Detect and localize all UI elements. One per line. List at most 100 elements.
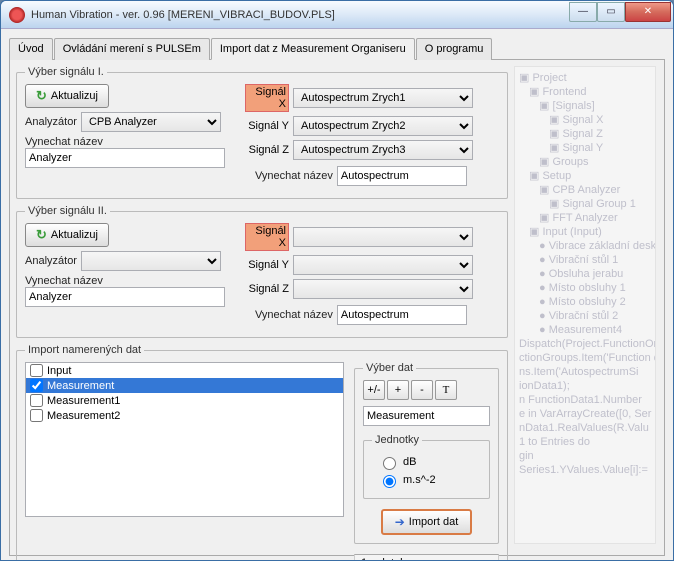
vynechat1-label: Vynechat název (25, 136, 235, 148)
tree-node[interactable]: Dispatch(Project.FunctionOrgani (519, 337, 651, 351)
unit-db-label: dB (403, 456, 416, 468)
signalx1-label: Signál X (245, 84, 289, 112)
window-title: Human Vibration - ver. 0.96 [MERENI_VIBR… (31, 9, 569, 21)
signalz1-label: Signál Z (245, 144, 289, 156)
tree-node[interactable]: ▣ Frontend (519, 85, 651, 99)
signal2-legend: Výber signálu II. (25, 205, 110, 217)
import-button[interactable]: ➔ Import dat (381, 509, 473, 535)
tree-node[interactable]: ● Vibrační stůl 2 (519, 309, 651, 323)
vynechat1-input[interactable] (25, 148, 225, 168)
tree-node[interactable]: ● Measurement4 (519, 323, 651, 337)
import-button-label: Import dat (409, 516, 459, 528)
vynechat2-input[interactable] (25, 287, 225, 307)
tab-ovladani[interactable]: Ovládání merení s PULSEm (54, 38, 210, 60)
list-item[interactable]: Input (26, 363, 343, 378)
vynechat2-label: Vynechat název (25, 275, 235, 287)
tree-node[interactable]: ▣ Input (Input) (519, 225, 651, 239)
tree-node[interactable]: ● Místo obsluhy 2 (519, 295, 651, 309)
signalz2-select[interactable] (293, 279, 473, 299)
tree-node[interactable]: ● Obsluha jerabu (519, 267, 651, 281)
refresh-label: Aktualizuj (51, 90, 98, 102)
signaly1-select[interactable]: Autospectrum Zrych2 (293, 116, 473, 136)
toggle-all-button[interactable]: +/- (363, 380, 385, 400)
tree-node[interactable]: ● Vibrační stůl 1 (519, 253, 651, 267)
refresh-icon: ↻ (36, 227, 47, 243)
titlebar[interactable]: Human Vibration - ver. 0.96 [MERENI_VIBR… (1, 1, 673, 29)
signalx2-label: Signál X (245, 223, 289, 251)
list-item[interactable]: Measurement (26, 378, 343, 393)
tree-node[interactable]: ● Vibrace základní deska (519, 239, 651, 253)
signaly2-label: Signál Y (245, 259, 289, 271)
signalz1-select[interactable]: Autospectrum Zrych3 (293, 140, 473, 160)
tree-node[interactable]: ▣ Signal Y (519, 141, 651, 155)
tab-import[interactable]: Import dat z Measurement Organiseru (211, 38, 415, 60)
tab-uvod[interactable]: Úvod (9, 38, 53, 60)
maximize-button[interactable]: ▭ (597, 2, 625, 22)
tree-node[interactable]: ▣ [Signals] (519, 99, 651, 113)
tree-node[interactable]: ▣ Project (519, 71, 651, 85)
tree-node[interactable]: ▣ Signal X (519, 113, 651, 127)
list-item[interactable]: Measurement1 (26, 393, 343, 408)
tree-node[interactable]: 1 to Entries do (519, 435, 651, 449)
tree-node[interactable]: ● Místo obsluhy 1 (519, 281, 651, 295)
tree-node[interactable]: ionData1); (519, 379, 651, 393)
signal1-legend: Výber signálu I. (25, 66, 107, 78)
tab-content: Výber signálu I. ↻ Aktualizuj Analyzátor (9, 60, 665, 556)
vyber-legend: Výber dat (363, 362, 416, 374)
tool-t-button[interactable]: T (435, 380, 457, 400)
tree-node[interactable]: n FunctionData1.Number (519, 393, 651, 407)
signalx1-select[interactable]: Autospectrum Zrych1 (293, 88, 473, 108)
structure-tree[interactable]: ▣ Project▣ Frontend▣ [Signals]▣ Signal X… (514, 66, 656, 544)
tree-node[interactable]: ▣ Signal Group 1 (519, 197, 651, 211)
unit-ms-radio[interactable] (383, 475, 396, 488)
list-item-checkbox[interactable] (30, 409, 43, 422)
tree-node[interactable]: gin (519, 449, 651, 463)
arrow-right-icon: ➔ (395, 515, 405, 529)
analyzator1-select[interactable]: CPB Analyzer (81, 112, 221, 132)
tree-node[interactable]: ▣ CPB Analyzer (519, 183, 651, 197)
tree-node[interactable]: nData1.RealValues(R.Valu (519, 421, 651, 435)
signaly1-label: Signál Y (245, 120, 289, 132)
signalz2-label: Signál Z (245, 283, 289, 295)
list-item-checkbox[interactable] (30, 379, 43, 392)
select-all-button[interactable]: + (387, 380, 409, 400)
status-bar: 1 poloţek (354, 554, 499, 561)
unit-db-radio[interactable] (383, 457, 396, 470)
tree-node[interactable]: ▣ Groups (519, 155, 651, 169)
tree-node[interactable]: ▣ Setup (519, 169, 651, 183)
list-item[interactable]: Measurement2 (26, 408, 343, 423)
tree-node[interactable]: ctionGroups.Item('Function da (519, 351, 651, 365)
signaly2-select[interactable] (293, 255, 473, 275)
signalx2-select[interactable] (293, 227, 473, 247)
tree-node[interactable]: ns.Item('AutospectrumSi (519, 365, 651, 379)
vynechat2b-label: Vynechat název (255, 309, 333, 321)
tree-node[interactable]: e in VarArrayCreate([0, Ser (519, 407, 651, 421)
selection-toolbar: +/- + - T (363, 380, 490, 400)
refresh-icon: ↻ (36, 88, 47, 104)
measurement-list[interactable]: Input Measurement Measurement1Measurement2 (25, 362, 344, 517)
tree-node[interactable]: ▣ Signal Z (519, 127, 651, 141)
vyber-dat-group: Výber dat +/- + - T Jednotky (354, 362, 499, 544)
analyzator1-label: Analyzátor (25, 116, 77, 128)
list-item-label: Measurement (47, 380, 114, 392)
units-legend: Jednotky (372, 434, 422, 446)
tabstrip: Úvod Ovládání merení s PULSEm Import dat… (9, 37, 665, 60)
vynechat1b-input[interactable] (337, 166, 467, 186)
list-item-checkbox[interactable] (30, 394, 43, 407)
tree-node[interactable]: ▣ FFT Analyzer (519, 211, 651, 225)
deselect-all-button[interactable]: - (411, 380, 433, 400)
tab-about[interactable]: O programu (416, 38, 493, 60)
list-item-checkbox[interactable] (30, 364, 43, 377)
list-item-label: Measurement1 (47, 395, 120, 407)
vyber-text-input[interactable] (363, 406, 490, 426)
import-legend: Import namerených dat (25, 344, 144, 356)
list-item-label: Input (47, 365, 71, 377)
tree-node[interactable]: Series1.YValues.Value[i]:= (519, 463, 651, 477)
refresh-button-1[interactable]: ↻ Aktualizuj (25, 84, 109, 108)
close-button[interactable]: ✕ (625, 2, 671, 22)
minimize-button[interactable]: — (569, 2, 597, 22)
refresh-button-2[interactable]: ↻ Aktualizuj (25, 223, 109, 247)
analyzator2-select[interactable] (81, 251, 221, 271)
vynechat2b-input[interactable] (337, 305, 467, 325)
unit-ms-label: m.s^-2 (403, 474, 436, 486)
